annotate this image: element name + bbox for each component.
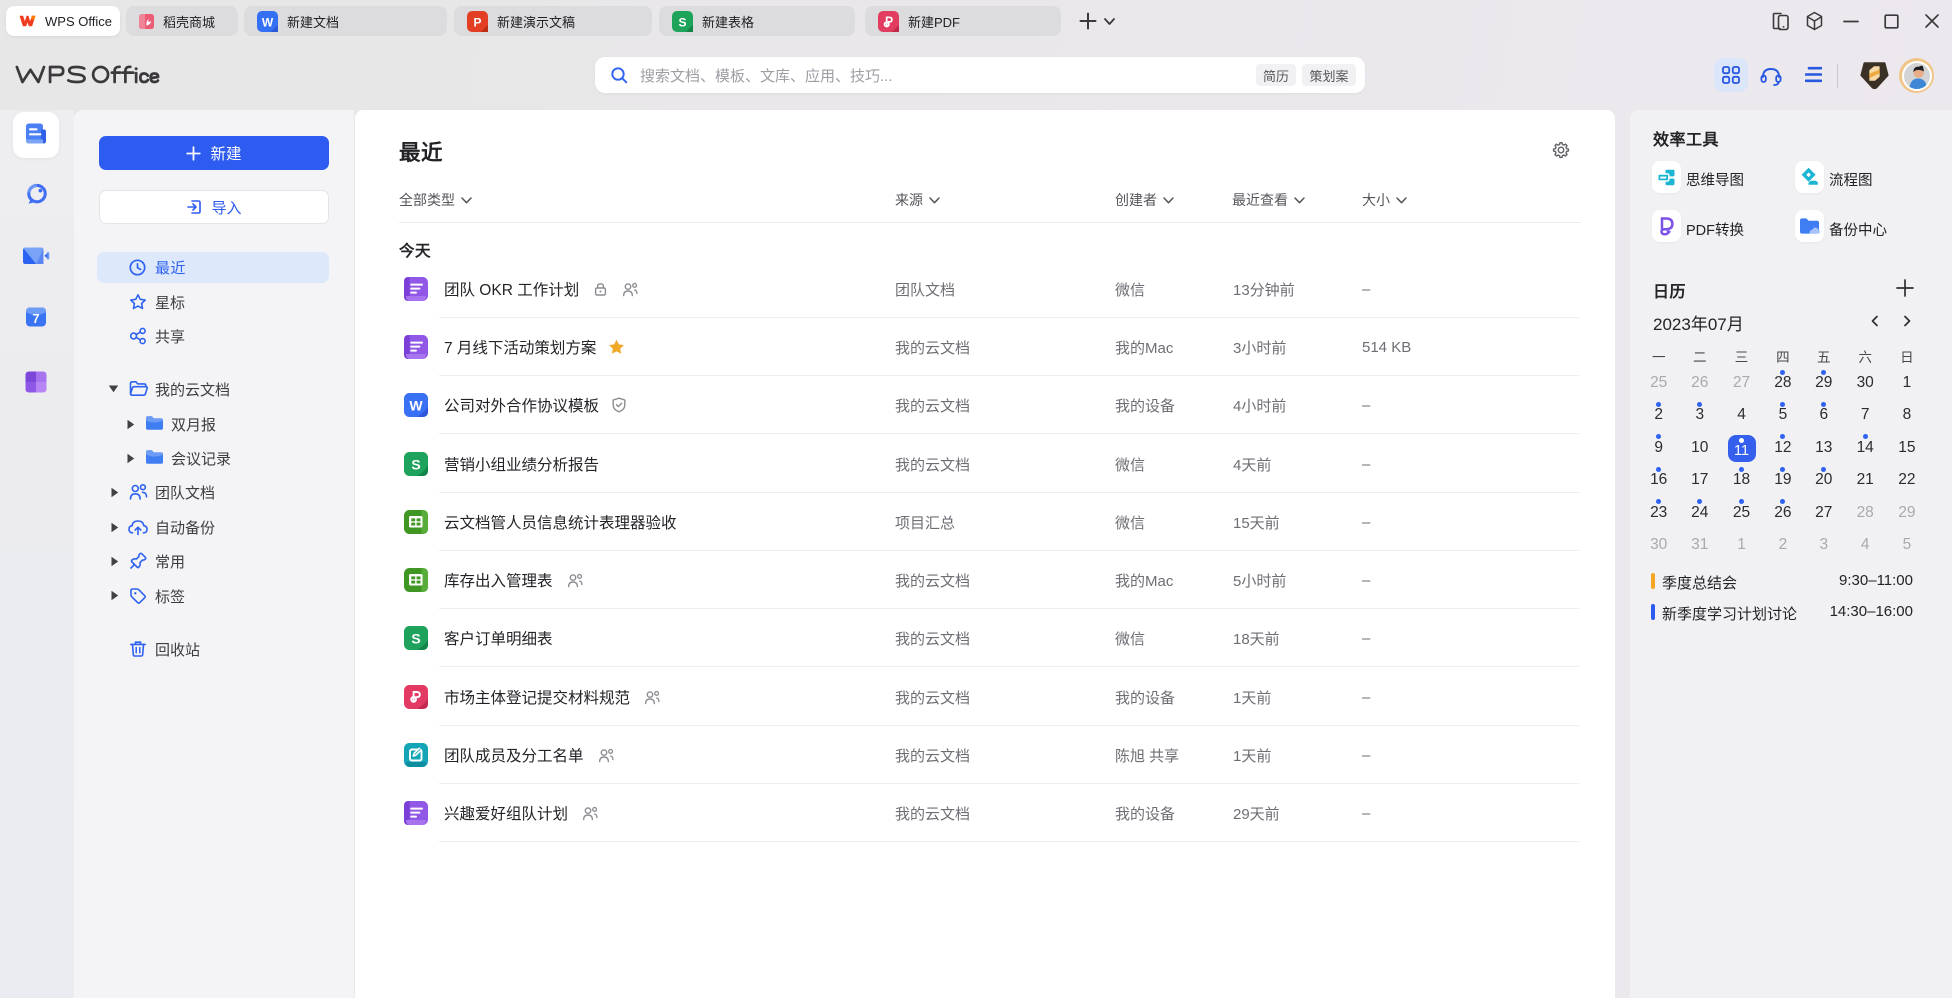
svg-text:P: P: [473, 15, 481, 29]
svg-text:W: W: [262, 15, 274, 29]
svg-text:7: 7: [33, 312, 40, 326]
svg-text:S: S: [411, 630, 420, 646]
svg-text:S: S: [411, 456, 420, 472]
svg-text:S: S: [678, 15, 686, 29]
svg-text:W: W: [409, 397, 423, 413]
